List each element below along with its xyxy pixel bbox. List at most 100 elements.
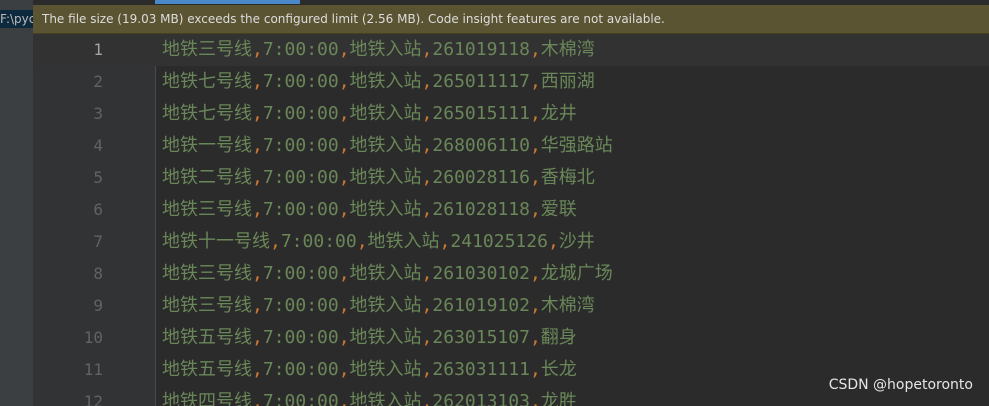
comma-separator: ,	[529, 39, 541, 60]
comma-separator: ,	[529, 327, 541, 348]
comma-separator: ,	[421, 391, 433, 406]
line-number: 8	[93, 264, 103, 283]
comma-separator: ,	[421, 327, 433, 348]
csv-field: 木棉湾	[540, 295, 595, 316]
comma-separator: ,	[529, 263, 541, 284]
csv-field: 241025126	[450, 231, 548, 252]
line-number: 9	[93, 296, 103, 315]
line-code: 地铁二号线,7:00:00,地铁入站,260028116,香梅北	[162, 162, 595, 194]
editor-line[interactable]: 4 地铁一号线,7:00:00,地铁入站,268006110,华强路站	[33, 130, 989, 162]
active-editor-tab-indicator[interactable]	[155, 0, 300, 4]
editor-line[interactable]: 8 地铁三号线,7:00:00,地铁入站,261030102,龙城广场	[33, 258, 989, 290]
line-code: 地铁十一号线,7:00:00,地铁入站,241025126,沙井	[162, 226, 595, 258]
comma-separator: ,	[338, 167, 350, 188]
comma-separator: ,	[529, 199, 541, 220]
comma-separator: ,	[421, 295, 433, 316]
editor-line[interactable]: 1 地铁三号线,7:00:00,地铁入站,261019118,木棉湾	[33, 34, 989, 66]
line-number: 7	[93, 232, 103, 251]
editor-line[interactable]: 10 地铁五号线,7:00:00,地铁入站,263015107,翻身	[33, 322, 989, 354]
comma-separator: ,	[270, 231, 281, 252]
editor-line[interactable]: 2 地铁七号线,7:00:00,地铁入站,265011117,西丽湖	[33, 66, 989, 98]
csv-field: 7:00:00	[262, 135, 339, 156]
editor-line[interactable]: 9 地铁三号线,7:00:00,地铁入站,261019102,木棉湾	[33, 290, 989, 322]
line-number: 6	[93, 200, 103, 219]
csv-field: 261028118	[432, 199, 530, 220]
csv-field: 地铁五号线	[162, 359, 252, 380]
ide-window: F:\pyc The file size (19.03 MB) exceeds …	[0, 0, 989, 406]
csv-field: 263031111	[432, 359, 530, 380]
csv-field: 7:00:00	[262, 327, 339, 348]
csv-field: 261019102	[432, 295, 530, 316]
csv-field: 7:00:00	[262, 263, 339, 284]
csv-field: 地铁三号线	[162, 263, 252, 284]
csv-field: 地铁入站	[349, 167, 422, 188]
line-number: 2	[93, 72, 103, 91]
comma-separator: ,	[421, 103, 433, 124]
csv-field: 7:00:00	[262, 391, 339, 406]
comma-separator: ,	[252, 199, 263, 220]
csv-field: 7:00:00	[262, 295, 339, 316]
comma-separator: ,	[338, 359, 350, 380]
comma-separator: ,	[338, 391, 350, 406]
line-number: 4	[93, 136, 103, 155]
project-panel-strip: F:\pyc	[0, 0, 33, 406]
editor-line[interactable]: 3 地铁七号线,7:00:00,地铁入站,265015111,龙井	[33, 98, 989, 130]
comma-separator: ,	[252, 359, 263, 380]
csv-field: 265011117	[432, 71, 530, 92]
editor-line[interactable]: 5 地铁二号线,7:00:00,地铁入站,260028116,香梅北	[33, 162, 989, 194]
comma-separator: ,	[252, 327, 263, 348]
comma-separator: ,	[252, 71, 263, 92]
csv-field: 261019118	[432, 39, 530, 60]
editor-line[interactable]: 7 地铁十一号线,7:00:00,地铁入站,241025126,沙井	[33, 226, 989, 258]
comma-separator: ,	[439, 231, 451, 252]
comma-separator: ,	[547, 231, 559, 252]
line-code: 地铁七号线,7:00:00,地铁入站,265015111,龙井	[162, 98, 577, 130]
line-code: 地铁三号线,7:00:00,地铁入站,261019118,木棉湾	[162, 34, 595, 66]
comma-separator: ,	[252, 135, 263, 156]
comma-separator: ,	[338, 71, 350, 92]
comma-separator: ,	[421, 199, 433, 220]
csv-field: 地铁入站	[349, 391, 422, 406]
csv-field: 7:00:00	[262, 39, 339, 60]
csv-field: 地铁四号线	[162, 391, 252, 406]
csv-field: 地铁三号线	[162, 39, 252, 60]
csv-field: 地铁入站	[367, 231, 440, 252]
comma-separator: ,	[421, 359, 433, 380]
csv-field: 261030102	[432, 263, 530, 284]
csv-field: 地铁二号线	[162, 167, 252, 188]
file-path-tab[interactable]: F:\pyc	[0, 10, 33, 28]
csv-field: 7:00:00	[262, 359, 339, 380]
comma-separator: ,	[529, 135, 541, 156]
csv-field: 268006110	[432, 135, 530, 156]
line-number: 3	[93, 104, 103, 123]
csv-field: 7:00:00	[262, 199, 339, 220]
csv-field: 沙井	[558, 231, 595, 252]
comma-separator: ,	[421, 39, 433, 60]
comma-separator: ,	[252, 103, 263, 124]
line-number: 5	[93, 168, 103, 187]
comma-separator: ,	[252, 39, 263, 60]
csv-field: 地铁入站	[349, 71, 422, 92]
csv-field: 263015107	[432, 327, 530, 348]
editor-line[interactable]: 6 地铁三号线,7:00:00,地铁入站,261028118,爱联	[33, 194, 989, 226]
csv-field: 长龙	[540, 359, 577, 380]
csv-field: 龙胜	[540, 391, 577, 406]
csv-field: 地铁入站	[349, 327, 422, 348]
comma-separator: ,	[421, 263, 433, 284]
comma-separator: ,	[529, 167, 541, 188]
csv-field: 西丽湖	[540, 71, 595, 92]
csdn-watermark: CSDN @hopetoronto	[828, 377, 973, 393]
csv-field: 翻身	[540, 327, 577, 348]
line-code: 地铁一号线,7:00:00,地铁入站,268006110,华强路站	[162, 130, 613, 162]
comma-separator: ,	[338, 103, 350, 124]
comma-separator: ,	[421, 167, 433, 188]
comma-separator: ,	[252, 391, 263, 406]
line-code: 地铁七号线,7:00:00,地铁入站,265011117,西丽湖	[162, 66, 595, 98]
csv-field: 地铁入站	[349, 359, 422, 380]
file-size-warning-banner: The file size (19.03 MB) exceeds the con…	[33, 5, 989, 34]
csv-field: 7:00:00	[262, 103, 339, 124]
csv-field: 7:00:00	[262, 167, 339, 188]
comma-separator: ,	[338, 295, 350, 316]
csv-field: 地铁入站	[349, 135, 422, 156]
csv-field: 地铁七号线	[162, 71, 252, 92]
